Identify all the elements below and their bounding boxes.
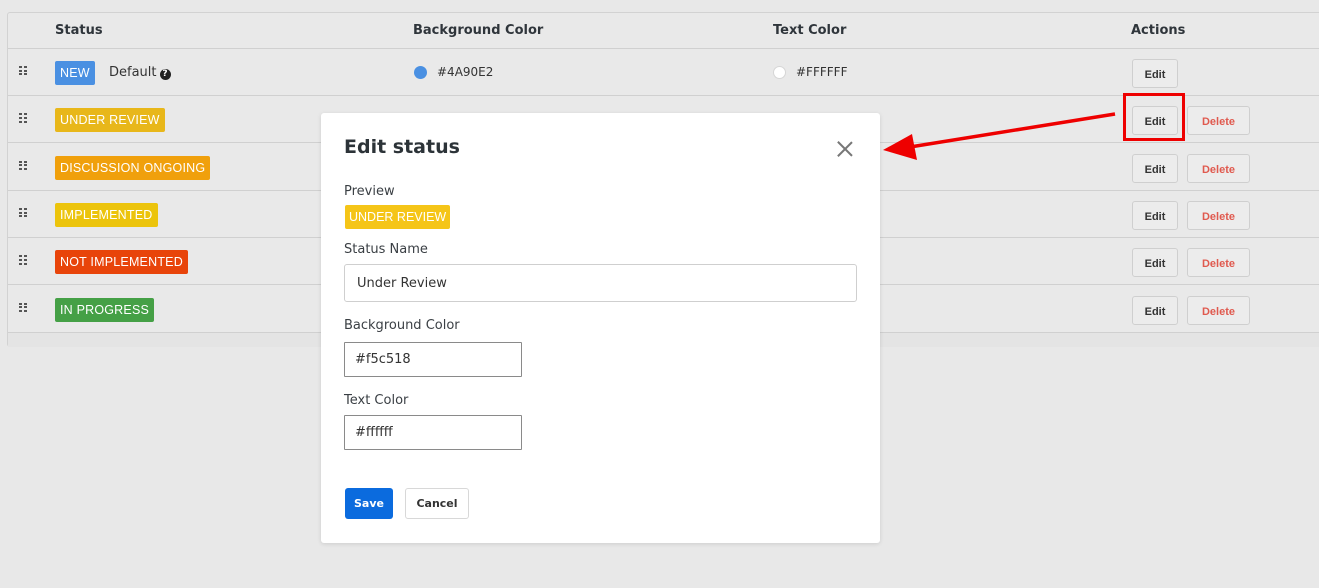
header-background-color: Background Color [413, 23, 544, 38]
annotation-highlight-box [1123, 93, 1185, 141]
delete-button[interactable]: Delete [1187, 248, 1250, 278]
header-text-color: Text Color [773, 23, 847, 38]
status-badge: UNDER REVIEW [55, 108, 165, 133]
status-badge: IN PROGRESS [55, 297, 155, 322]
drag-handle-icon[interactable] [19, 302, 27, 313]
background-color-swatch [414, 66, 427, 79]
save-button[interactable]: Save [345, 488, 393, 519]
modal-title: Edit status [344, 136, 460, 158]
drag-handle-icon[interactable] [19, 255, 27, 265]
edit-button[interactable]: Edit [1132, 295, 1178, 325]
status-badge: NOT IMPLEMENTED [55, 250, 188, 275]
delete-button[interactable]: Delete [1187, 106, 1250, 136]
delete-button[interactable]: Delete [1187, 153, 1250, 183]
default-label: Default? [109, 65, 171, 80]
text-color-swatch [773, 66, 786, 79]
edit-button[interactable]: Edit [1132, 248, 1178, 278]
header-status: Status [55, 23, 103, 38]
drag-handle-icon[interactable] [19, 66, 27, 76]
status-name-label: Status Name [344, 242, 428, 257]
edit-button[interactable]: Edit [1132, 59, 1178, 88]
edit-button[interactable]: Edit [1132, 200, 1178, 230]
status-badge: IMPLEMENTED [55, 202, 158, 227]
status-badge: NEW [55, 61, 95, 85]
preview-badge: UNDER REVIEW [345, 205, 451, 229]
preview-label: Preview [344, 184, 395, 199]
header-actions: Actions [1131, 23, 1186, 38]
edit-button[interactable]: Edit [1132, 153, 1178, 183]
table-header: Status Background Color Text Color Actio… [8, 13, 1319, 49]
cancel-button[interactable]: Cancel [405, 488, 469, 519]
help-icon[interactable]: ? [159, 69, 171, 80]
delete-button[interactable]: Delete [1187, 200, 1250, 230]
default-text: Default [109, 65, 157, 80]
background-color-label: Background Color [344, 318, 460, 333]
text-color-label: Text Color [344, 393, 409, 408]
background-color-value: #4A90E2 [437, 65, 494, 79]
background-color-input[interactable] [344, 342, 522, 377]
delete-button[interactable]: Delete [1187, 295, 1250, 325]
text-color-input[interactable] [344, 415, 522, 450]
drag-handle-icon[interactable] [19, 113, 27, 123]
drag-handle-icon[interactable] [19, 160, 27, 171]
close-icon[interactable] [836, 140, 853, 157]
table-row: NEW Default? #4A90E2 #FFFFFF Edit [8, 49, 1319, 96]
drag-handle-icon[interactable] [19, 207, 27, 218]
status-badge: DISCUSSION ONGOING [55, 155, 211, 180]
text-color-value: #FFFFFF [796, 65, 848, 79]
status-name-input[interactable] [344, 264, 857, 302]
edit-status-modal: Edit status Preview UNDER REVIEW Status … [321, 113, 880, 543]
